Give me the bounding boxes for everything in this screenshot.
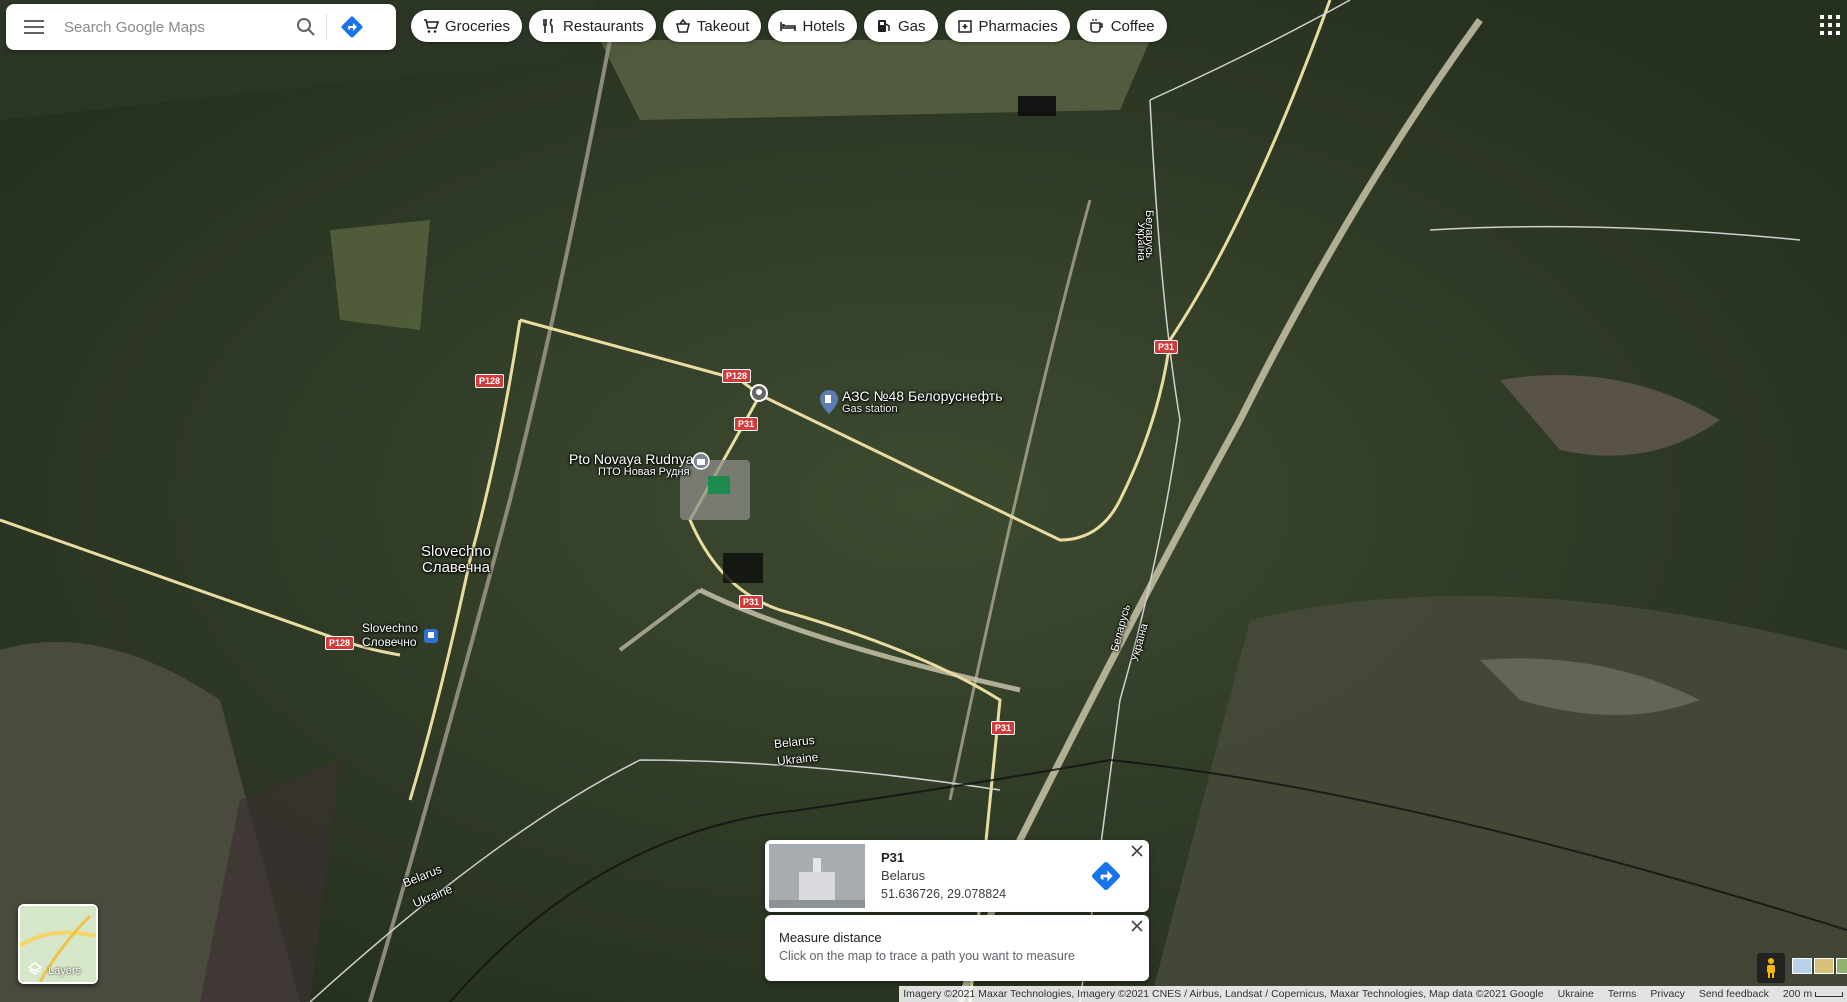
- measure-distance-card: Measure distance Click on the map to tra…: [765, 915, 1149, 981]
- road-shield-p31: P31: [739, 595, 764, 609]
- scale-label: 200 m: [1782, 988, 1813, 1000]
- privacy-link[interactable]: Privacy: [1650, 988, 1684, 1000]
- chip-restaurants[interactable]: Restaurants: [529, 10, 656, 42]
- scale-bar[interactable]: 200 m: [1783, 988, 1843, 1000]
- apps-grid-icon: [1820, 15, 1840, 35]
- place-coordinates[interactable]: 51.636726, 29.078824: [881, 887, 1006, 901]
- chip-coffee[interactable]: Coffee: [1076, 10, 1167, 42]
- search-icon: [297, 18, 315, 36]
- train-station-icon[interactable]: [424, 629, 438, 648]
- location-pin-icon[interactable]: [750, 384, 768, 407]
- chip-label: Gas: [897, 17, 926, 35]
- send-feedback-link[interactable]: Send feedback: [1699, 988, 1769, 1000]
- directions-button[interactable]: [327, 15, 377, 39]
- card-close-button[interactable]: [1131, 844, 1143, 862]
- gas-station-pin-icon[interactable]: [820, 390, 838, 419]
- gas-station-label[interactable]: АЗС №48 Белоруснефть: [842, 389, 1003, 404]
- pharmacy-icon: [957, 20, 972, 33]
- chip-pharmacies[interactable]: Pharmacies: [944, 10, 1070, 42]
- imagery-toggles: [1792, 958, 1847, 974]
- close-icon: [1131, 920, 1143, 932]
- terms-link[interactable]: Terms: [1608, 988, 1637, 1000]
- takeout-icon: [675, 18, 690, 33]
- village-local-label: Славечна: [422, 559, 491, 576]
- layers-button[interactable]: Layers: [18, 904, 98, 984]
- imagery-toggle-2[interactable]: [1814, 958, 1834, 974]
- measure-hint: Click on the map to trace a path you wan…: [779, 949, 1075, 963]
- place-country: Belarus: [881, 868, 926, 883]
- road-shield-p31: P31: [991, 721, 1016, 735]
- government-building-icon[interactable]: [692, 452, 710, 475]
- pegman-icon: [1767, 958, 1775, 978]
- attribution-text: Imagery ©2021 Maxar Technologies, Imager…: [903, 988, 1544, 1000]
- search-input[interactable]: [62, 17, 286, 37]
- road-shield-p31: P31: [734, 417, 759, 431]
- cart-icon: [424, 19, 439, 33]
- layers-label: Layers: [48, 965, 82, 977]
- street-view-pegman-button[interactable]: [1757, 953, 1785, 983]
- border-label-by-vertical: Беларусь: [1143, 210, 1155, 259]
- region-link[interactable]: Ukraine: [1558, 988, 1594, 1000]
- card-directions-button[interactable]: [1090, 860, 1122, 897]
- chip-label: Pharmacies: [978, 17, 1058, 35]
- place-thumbnail[interactable]: [769, 844, 865, 908]
- chip-hotels[interactable]: Hotels: [768, 10, 857, 42]
- measure-title: Measure distance: [779, 930, 882, 945]
- chip-label: Coffee: [1110, 17, 1155, 35]
- road-shield-p128: P128: [325, 636, 355, 650]
- chip-groceries[interactable]: Groceries: [411, 10, 523, 42]
- layers-icon: [28, 962, 42, 975]
- chip-label: Restaurants: [563, 17, 644, 35]
- chip-gas[interactable]: Gas: [863, 10, 938, 42]
- menu-button[interactable]: [6, 19, 62, 35]
- place-title: P31: [881, 850, 905, 865]
- pto-label[interactable]: Pto Novaya Rudnya: [569, 452, 694, 467]
- village-label[interactable]: Slovechno: [421, 544, 491, 560]
- chip-label: Groceries: [445, 17, 511, 35]
- imagery-toggle-1[interactable]: [1792, 958, 1812, 974]
- chip-label: Hotels: [802, 17, 845, 35]
- station-local-label: Словечно: [362, 635, 417, 649]
- bed-icon: [780, 22, 797, 31]
- chip-takeout[interactable]: Takeout: [662, 10, 762, 42]
- directions-icon: [1092, 862, 1120, 890]
- place-info-card[interactable]: P31 Belarus 51.636726, 29.078824: [765, 840, 1149, 912]
- imagery-toggle-3[interactable]: [1836, 958, 1847, 974]
- station-label[interactable]: Slovechno: [362, 622, 418, 635]
- street-view-thumbnail-icon: [769, 844, 865, 908]
- close-icon: [1131, 845, 1143, 857]
- gas-station-type: Gas station: [842, 403, 898, 415]
- road-shield-p128: P128: [722, 369, 752, 383]
- search-button[interactable]: [286, 17, 326, 37]
- pto-local-label: ПТО Новая Рудня: [598, 466, 690, 478]
- directions-icon: [341, 16, 363, 38]
- search-box: [6, 4, 396, 50]
- fork-knife-icon: [543, 18, 553, 33]
- apps-button[interactable]: [1819, 14, 1841, 36]
- gas-pump-icon: [877, 20, 890, 32]
- map-footer: Imagery ©2021 Maxar Technologies, Imager…: [899, 986, 1847, 1002]
- coffee-icon: [1089, 19, 1103, 33]
- category-chips: Groceries Restaurants Takeout Hotels Gas…: [411, 10, 1167, 42]
- measure-close-button[interactable]: [1131, 919, 1143, 937]
- road-shield-p31: P31: [1154, 340, 1179, 354]
- chip-label: Takeout: [696, 17, 750, 35]
- road-shield-p128: P128: [475, 374, 505, 388]
- hamburger-menu-icon: [24, 20, 44, 34]
